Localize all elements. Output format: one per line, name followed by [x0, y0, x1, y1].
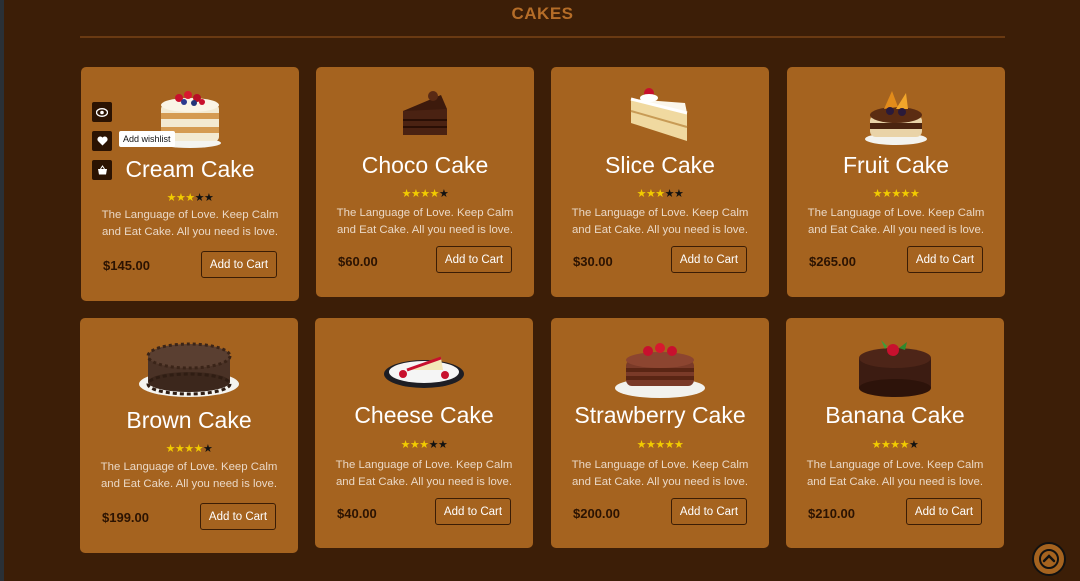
product-description: The Language of Love. Keep Calm and Eat …: [335, 459, 513, 488]
strawberry-cake-image: [615, 343, 705, 398]
add-to-cart-button[interactable]: Add to Cart: [436, 246, 512, 273]
star-empty-icon: ★: [203, 443, 213, 455]
star-empty-icon: ★★: [194, 192, 214, 204]
product-description: The Language of Love. Keep Calm and Eat …: [101, 209, 279, 238]
product-price: $199.00: [102, 510, 149, 525]
star-icon: ★★★: [166, 192, 196, 204]
add-to-cart-button[interactable]: Add to Cart: [907, 246, 983, 273]
product-price: $30.00: [573, 254, 613, 269]
eye-icon[interactable]: [92, 102, 112, 122]
star-icon: ★★★★: [871, 439, 910, 451]
product-name: Cheese Cake: [354, 402, 494, 428]
product-price: $200.00: [573, 506, 620, 521]
product-card-strawberry-cake[interactable]: Strawberry Cake ★★★★★ The Language of Lo…: [551, 318, 769, 548]
product-rating: ★★★★★: [315, 438, 533, 451]
title-divider: [80, 36, 1005, 38]
product-card-cheese-cake[interactable]: Cheese Cake ★★★★★ The Language of Love. …: [315, 318, 533, 548]
add-to-cart-button[interactable]: Add to Cart: [201, 251, 277, 278]
product-rating: ★★★★★: [551, 438, 769, 451]
product-name: Banana Cake: [825, 402, 965, 428]
product-rating: ★★★★★: [316, 187, 534, 200]
star-icon: ★★★★★: [636, 439, 684, 451]
heart-icon[interactable]: [92, 131, 112, 151]
star-icon: ★★★★★: [872, 188, 920, 200]
star-icon: ★★★: [400, 439, 430, 451]
product-description: The Language of Love. Keep Calm and Eat …: [806, 459, 984, 488]
add-to-cart-button[interactable]: Add to Cart: [671, 498, 747, 525]
product-name: Fruit Cake: [842, 152, 950, 178]
star-icon: ★★★★: [401, 188, 440, 200]
star-empty-icon: ★: [439, 188, 449, 200]
product-name: Brown Cake: [126, 407, 252, 433]
add-to-cart-button[interactable]: Add to Cart: [200, 503, 276, 530]
product-description: The Language of Love. Keep Calm and Eat …: [571, 207, 749, 236]
product-name: Strawberry Cake: [574, 402, 746, 428]
add-to-cart-button[interactable]: Add to Cart: [435, 498, 511, 525]
product-price: $40.00: [337, 506, 377, 521]
wishlist-tooltip: Add wishlist: [119, 131, 175, 147]
product-name: Slice Cake: [605, 152, 715, 178]
product-rating: ★★★★★: [81, 191, 299, 204]
add-to-cart-button[interactable]: Add to Cart: [671, 246, 747, 273]
product-price: $145.00: [103, 258, 150, 273]
left-edge-bar: [0, 0, 4, 581]
star-empty-icon: ★: [909, 439, 919, 451]
product-description: The Language of Love. Keep Calm and Eat …: [100, 461, 278, 490]
product-description: The Language of Love. Keep Calm and Eat …: [571, 459, 749, 488]
product-card-banana-cake[interactable]: Banana Cake ★★★★★ The Language of Love. …: [786, 318, 1004, 548]
choco-cake-image: [403, 91, 447, 135]
section-title: CAKES: [511, 4, 574, 23]
product-card-cream-cake[interactable]: Add wishlist Cream Cake ★★★★★ The Langua…: [81, 67, 299, 301]
product-price: $210.00: [808, 506, 855, 521]
product-rating: ★★★★★: [787, 187, 1005, 200]
star-icon: ★★★★: [165, 443, 204, 455]
product-rating: ★★★★★: [786, 438, 1004, 451]
product-description: The Language of Love. Keep Calm and Eat …: [336, 207, 514, 236]
cheese-cake-image: [384, 356, 464, 388]
slice-cake-image: [630, 88, 688, 141]
add-to-cart-button[interactable]: Add to Cart: [906, 498, 982, 525]
product-card-brown-cake[interactable]: Brown Cake ★★★★★ The Language of Love. K…: [80, 318, 298, 553]
brown-cake-image: [139, 342, 239, 397]
fruit-cake-image: [865, 91, 927, 145]
star-empty-icon: ★★: [664, 188, 684, 200]
banana-cake-image: [859, 340, 931, 397]
star-icon: ★★★: [636, 188, 666, 200]
product-rating: ★★★★★: [551, 187, 769, 200]
star-empty-icon: ★★: [428, 439, 448, 451]
product-description: The Language of Love. Keep Calm and Eat …: [807, 207, 985, 236]
product-card-fruit-cake[interactable]: Fruit Cake ★★★★★ The Language of Love. K…: [787, 67, 1005, 297]
product-card-choco-cake[interactable]: Choco Cake ★★★★★ The Language of Love. K…: [316, 67, 534, 297]
product-name: Choco Cake: [361, 152, 489, 178]
product-price: $265.00: [809, 254, 856, 269]
product-price: $60.00: [338, 254, 378, 269]
scroll-to-top-button[interactable]: [1032, 542, 1066, 576]
product-name: Cream Cake: [125, 156, 255, 182]
product-card-slice-cake[interactable]: Slice Cake ★★★★★ The Language of Love. K…: [551, 67, 769, 297]
product-rating: ★★★★★: [80, 442, 298, 455]
chevron-up-icon: [1039, 549, 1059, 569]
